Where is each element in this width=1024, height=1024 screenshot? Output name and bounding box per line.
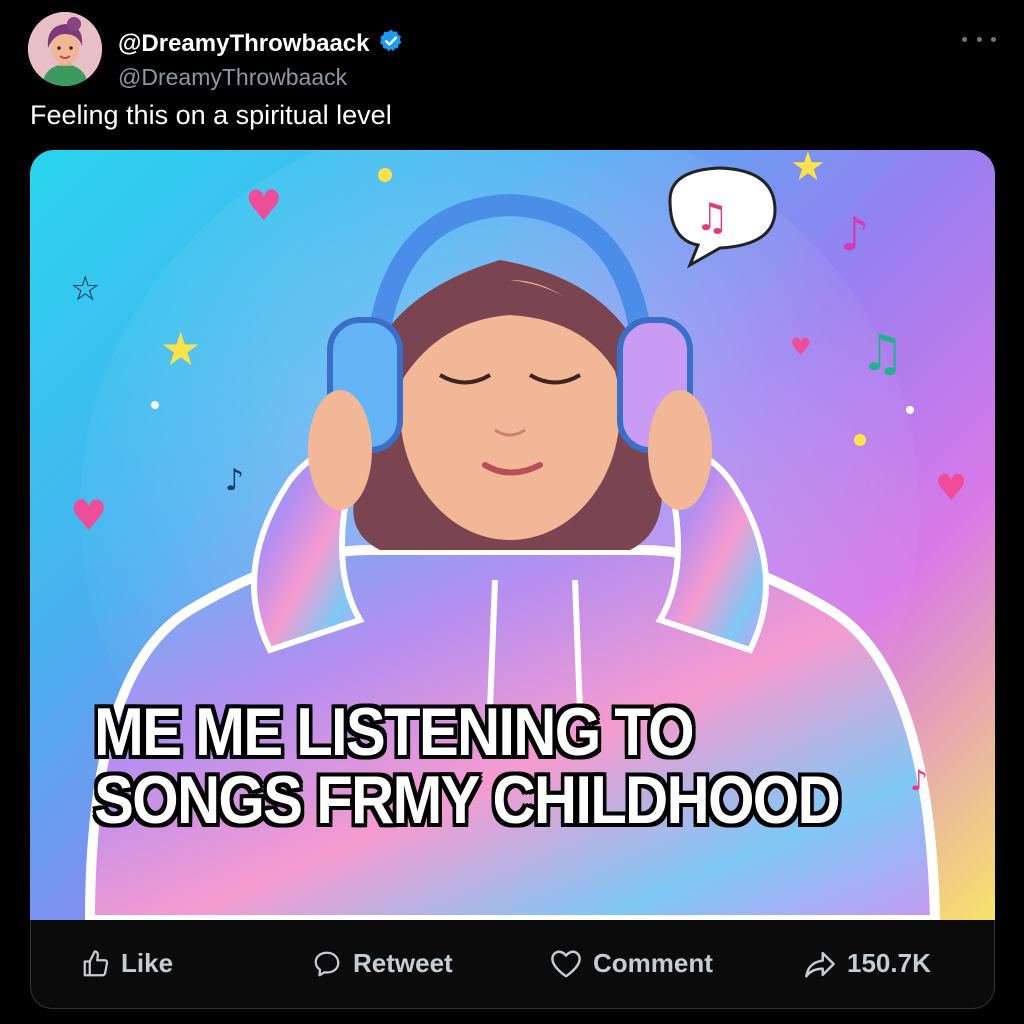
meme-caption-line-1: ME ME LISTENING TO xyxy=(94,694,695,770)
tweet-text: Feeling this on a spiritual level xyxy=(30,100,392,130)
comment-button[interactable]: Comment xyxy=(549,948,713,979)
tweet-image[interactable]: ♫ ★ ★ ☆ ♪ ♫ ♪ ♪ ♥ ♥ ♥ ♥ ME ME LISTENING … xyxy=(30,150,995,920)
svg-text:♥: ♥ xyxy=(935,468,967,509)
svg-text:★: ★ xyxy=(160,322,201,376)
verified-icon xyxy=(378,28,404,59)
action-bar: Like Retweet Comment 150.7K xyxy=(30,920,995,1009)
svg-text:♪: ♪ xyxy=(840,207,869,261)
like-icon xyxy=(81,949,111,979)
avatar[interactable] xyxy=(28,12,102,86)
meme-caption-line-2: SONGS FRMY CHILDHOOD xyxy=(94,762,841,838)
share-button[interactable]: 150.7K xyxy=(803,948,931,979)
like-label: Like xyxy=(121,948,174,978)
share-count: 150.7K xyxy=(847,948,931,978)
comment-icon xyxy=(549,949,583,979)
meme-caption: ME ME LISTENING TO SONGS FRMY CHILDHOOD xyxy=(94,694,841,838)
svg-text:♪: ♪ xyxy=(910,764,928,797)
retweet-label: Retweet xyxy=(353,948,453,978)
handle[interactable]: @DreamyThrowbaack xyxy=(118,64,347,91)
comment-label: Comment xyxy=(593,948,713,978)
display-name[interactable]: @DreamyThrowbaack xyxy=(118,30,370,58)
retweet-button[interactable]: Retweet xyxy=(311,948,453,979)
svg-text:♥: ♥ xyxy=(70,491,108,540)
retweet-icon xyxy=(311,949,343,979)
svg-text:♥: ♥ xyxy=(790,333,812,361)
share-icon xyxy=(803,949,837,979)
like-button[interactable]: Like xyxy=(81,948,173,979)
svg-text:♥: ♥ xyxy=(245,181,283,230)
svg-text:♫: ♫ xyxy=(695,195,729,239)
tweet-header: @DreamyThrowbaack @DreamyThrowbaack xyxy=(28,12,996,91)
svg-text:♫: ♫ xyxy=(860,324,905,382)
svg-text:♪: ♪ xyxy=(225,463,244,498)
svg-text:☆: ☆ xyxy=(70,269,100,309)
svg-text:★: ★ xyxy=(790,150,826,190)
more-icon[interactable] xyxy=(962,32,996,46)
